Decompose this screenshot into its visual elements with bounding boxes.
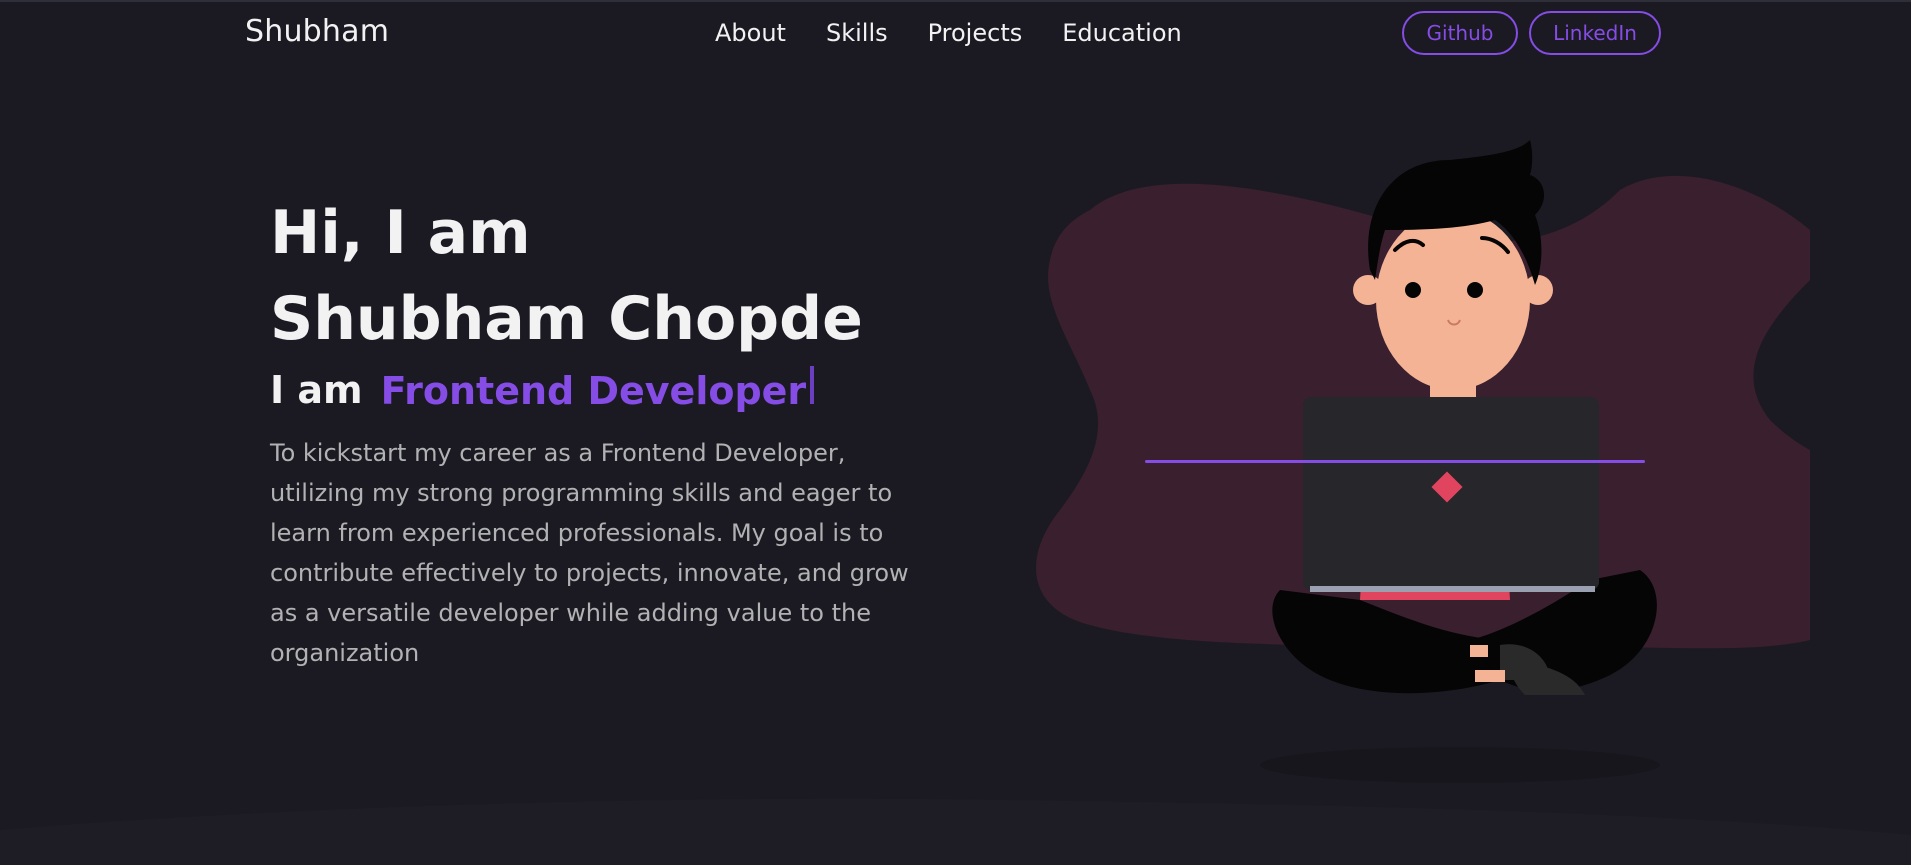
navbar: Shubham About Skills Projects Education … xyxy=(0,0,1911,70)
github-button[interactable]: Github xyxy=(1402,11,1518,55)
nav-links: About Skills Projects Education xyxy=(715,19,1182,47)
sock-left xyxy=(1470,645,1488,657)
role-line: I am Frontend Developer xyxy=(270,366,950,413)
floor-shadow xyxy=(1260,747,1660,783)
hero-text: Hi, I am Shubham Chopde I am Frontend De… xyxy=(270,190,950,697)
nav-link-projects[interactable]: Projects xyxy=(928,19,1023,47)
head xyxy=(1376,210,1530,390)
hero-description: To kickstart my career as a Frontend Dev… xyxy=(270,439,909,667)
laptop-base xyxy=(1310,586,1595,592)
hero-greeting: Hi, I am xyxy=(270,198,531,268)
scan-line xyxy=(1145,460,1645,463)
role-typed-text: Frontend Developer xyxy=(380,369,807,413)
typewriter-cursor xyxy=(810,366,815,404)
nav-link-skills[interactable]: Skills xyxy=(826,19,888,47)
social-buttons: Github LinkedIn xyxy=(1402,11,1661,55)
sock-right xyxy=(1475,670,1505,682)
ear-right xyxy=(1523,275,1553,305)
hero-name: Shubham Chopde xyxy=(270,284,863,354)
eye-right xyxy=(1467,282,1483,298)
hero-title: Hi, I am Shubham Chopde xyxy=(270,190,950,362)
linkedin-button[interactable]: LinkedIn xyxy=(1529,11,1661,55)
ear-left xyxy=(1353,275,1383,305)
nav-link-education[interactable]: Education xyxy=(1062,19,1181,47)
brand-logo[interactable]: Shubham xyxy=(245,14,389,49)
nav-link-about[interactable]: About xyxy=(715,19,786,47)
developer-with-laptop-illustration xyxy=(1036,140,1810,783)
role-typewriter: Frontend Developer xyxy=(381,366,815,413)
role-prefix: I am xyxy=(270,367,363,412)
bottom-wave xyxy=(0,798,1911,865)
eye-left xyxy=(1405,282,1421,298)
